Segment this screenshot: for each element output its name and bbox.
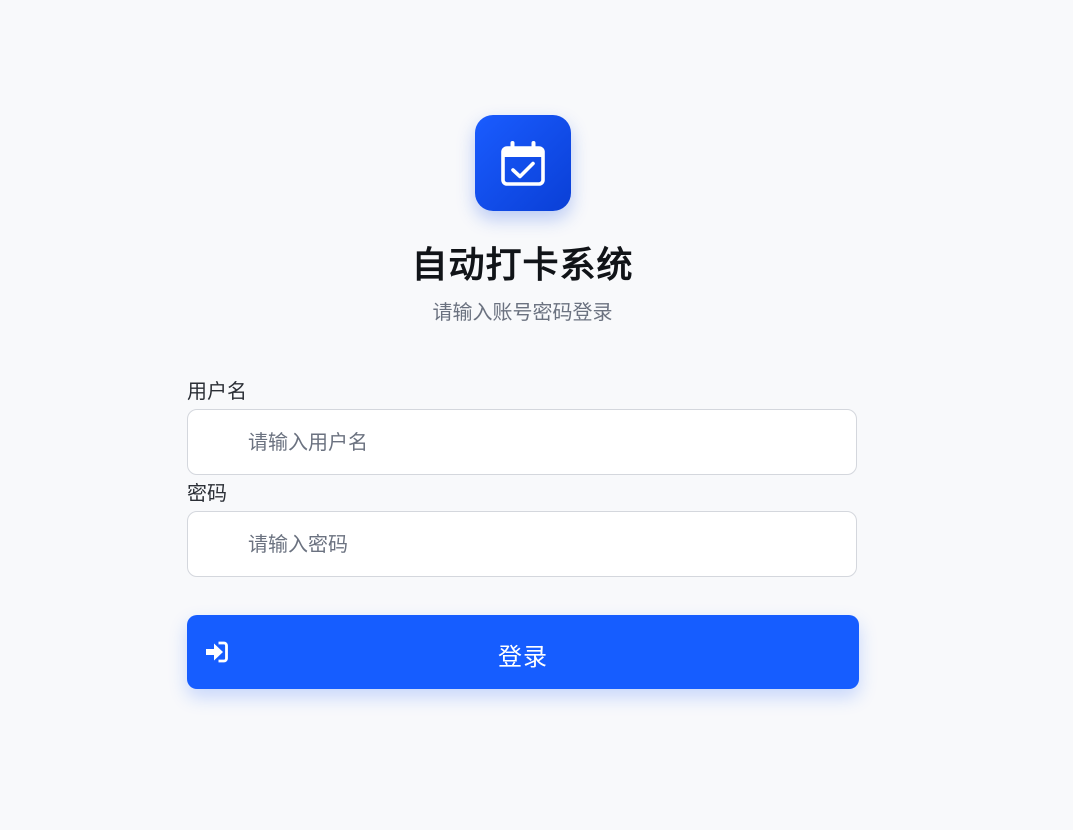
username-field-wrapper	[187, 409, 857, 475]
login-button-label: 登录	[498, 643, 548, 671]
username-label: 用户名	[187, 379, 247, 403]
calendar-check-icon	[501, 141, 545, 186]
password-label: 密码	[187, 481, 227, 505]
username-input[interactable]	[188, 410, 856, 474]
login-button[interactable]: 登录	[187, 615, 859, 689]
page-subtitle: 请输入账号密码登录	[432, 300, 613, 324]
app-logo	[475, 115, 571, 211]
password-field-wrapper	[187, 511, 857, 577]
page-title: 自动打卡系统	[411, 245, 634, 286]
password-input[interactable]	[188, 512, 856, 576]
